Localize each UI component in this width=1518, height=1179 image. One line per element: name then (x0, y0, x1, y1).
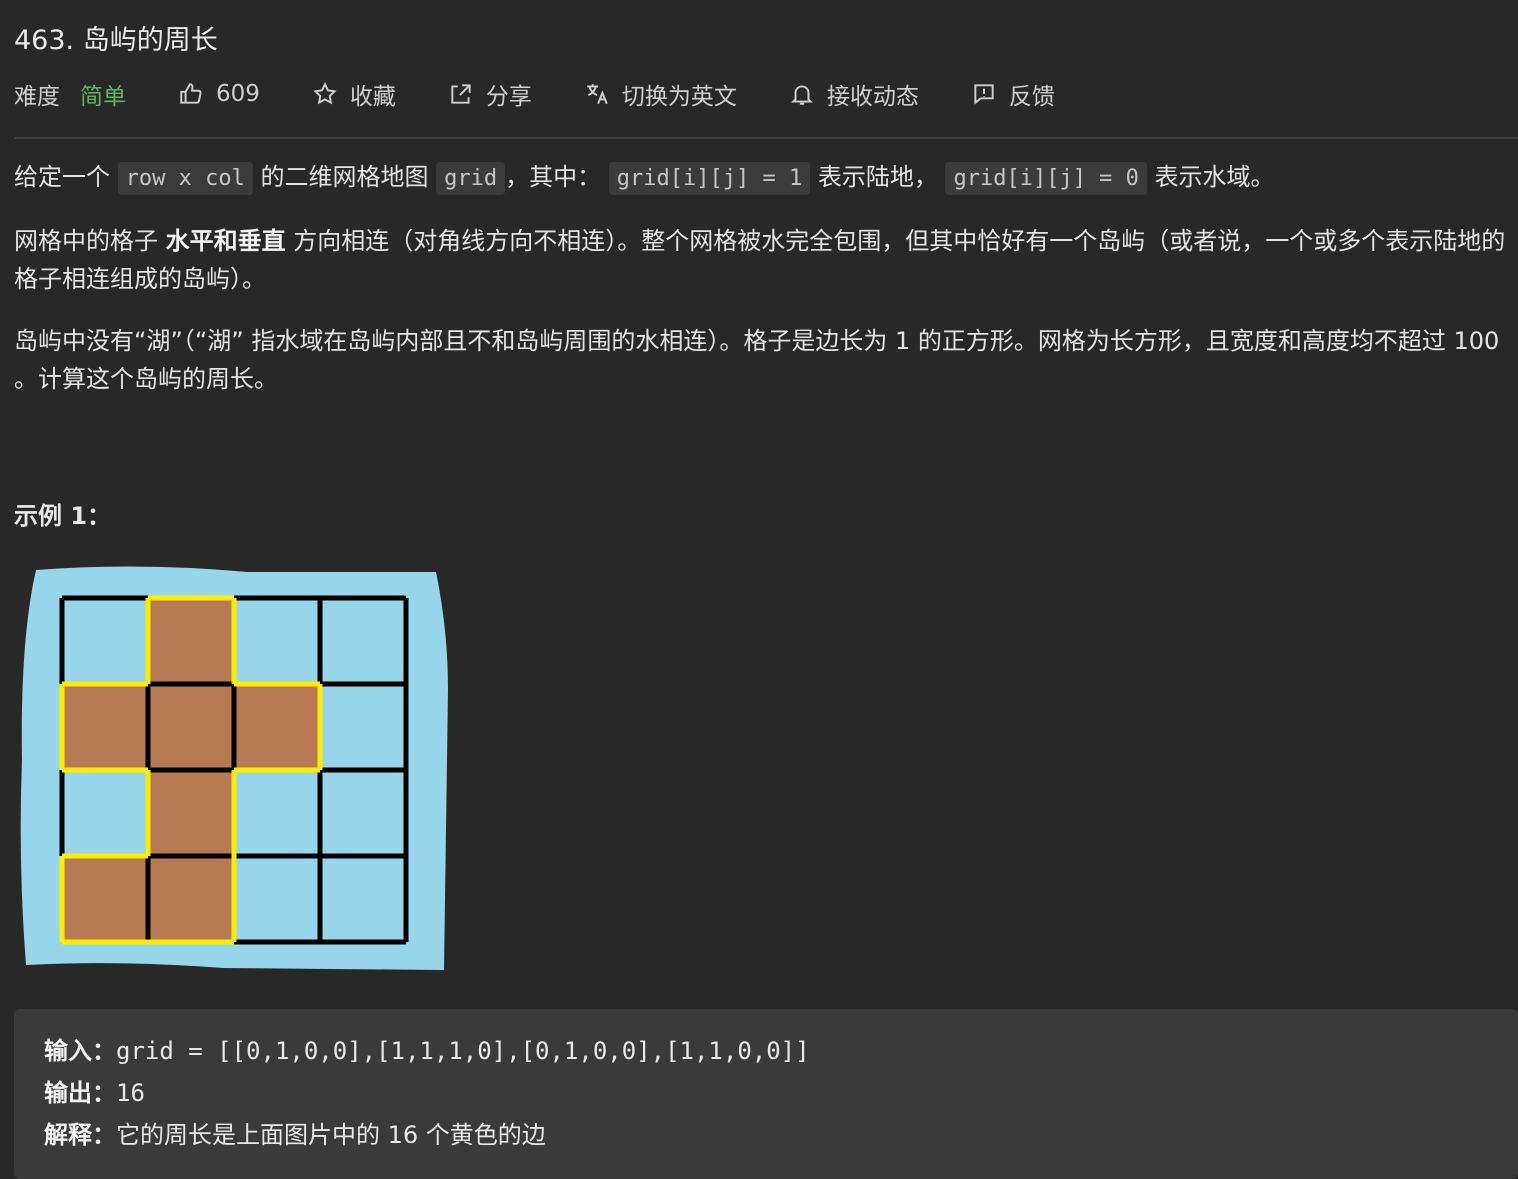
output-label: 输出： (44, 1079, 116, 1107)
difficulty-value: 简单 (80, 84, 126, 110)
star-icon (313, 82, 337, 105)
text: 表示水域。 (1154, 163, 1275, 191)
land-cell (148, 856, 234, 942)
difficulty-label: 难度 (14, 84, 60, 110)
feedback-label: 反馈 (1008, 84, 1055, 110)
land-cell (148, 770, 234, 856)
inline-code: row x col (117, 162, 253, 195)
text: ，其中： (505, 163, 602, 191)
share-label: 分享 (485, 84, 532, 110)
text: 的二维网格地图 (260, 163, 429, 191)
problem-title: 463. 岛屿的周长 (14, 25, 218, 56)
example-explanation: 解释：它的周长是上面图片中的 16 个黄色的边 (44, 1115, 546, 1150)
output-value: 16 (116, 1079, 145, 1107)
input-value: grid = [[0,1,0,0],[1,1,1,0],[0,1,0,0],[1… (116, 1037, 810, 1065)
water-cell (234, 598, 320, 684)
share-button[interactable]: 分享 (448, 77, 532, 111)
description-paragraph-2: 网格中的格子 水平和垂直 方向相连（对角线方向不相连）。整个网格被水完全包围，但… (14, 222, 1514, 298)
translate-button[interactable]: 切换为英文 (584, 77, 737, 111)
inline-code: grid (436, 162, 506, 195)
land-cell (148, 684, 234, 770)
example-code-block: 输入：grid = [[0,1,0,0],[1,1,1,0],[0,1,0,0]… (14, 1009, 1518, 1179)
like-count: 609 (216, 81, 260, 107)
bold-text: 水平和垂直 (165, 227, 286, 255)
toolbar: 难度 简单 609 收藏 分享 切换为英文 接收动态 反馈 (14, 74, 1107, 114)
island-grid-figure (20, 566, 449, 970)
text: 网格中的格子 (14, 227, 166, 255)
land-cell (62, 856, 148, 942)
like-button[interactable]: 609 (178, 81, 260, 107)
input-label: 输入： (44, 1037, 116, 1065)
translate-label: 切换为英文 (621, 84, 737, 110)
bell-icon (790, 85, 813, 105)
land-cell (234, 684, 320, 770)
example-output: 输出：16 (44, 1073, 145, 1108)
problem-description: 给定一个 row x col 的二维网格地图 grid ，其中： grid[i][… (14, 158, 1514, 422)
explain-label: 解释： (44, 1121, 116, 1149)
example-title: 示例 1： (14, 502, 112, 530)
favorite-button[interactable]: 收藏 (312, 77, 396, 111)
text: 给定一个 (14, 163, 110, 191)
translate-icon (587, 84, 608, 105)
water-cell (320, 598, 406, 684)
inline-code: grid[i][j] = 0 (945, 162, 1147, 195)
example-input: 输入：grid = [[0,1,0,0],[1,1,1,0],[0,1,0,0]… (44, 1031, 810, 1066)
inline-code: grid[i][j] = 1 (608, 162, 811, 195)
description-paragraph-3: 岛屿中没有“湖”（“湖” 指水域在岛屿内部且不和岛屿周围的水相连）。格子是边长为… (14, 327, 1500, 393)
water-cell (62, 770, 148, 856)
text: 表示陆地， (817, 163, 938, 191)
example-image (18, 560, 458, 980)
land-cell (148, 598, 234, 684)
water-cell (320, 770, 406, 856)
share-icon (451, 84, 471, 104)
thumbs-up-icon (180, 83, 202, 104)
subscribe-button[interactable]: 接收动态 (789, 77, 919, 111)
explain-value: 它的周长是上面图片中的 16 个黄色的边 (116, 1121, 546, 1149)
water-cell (320, 856, 406, 942)
water-cell (320, 684, 406, 770)
water-cell (234, 856, 320, 942)
favorite-label: 收藏 (349, 84, 396, 110)
land-cell (62, 684, 148, 770)
description-paragraph-1: 给定一个 row x col 的二维网格地图 grid ，其中： grid[i][… (14, 158, 1514, 198)
subscribe-label: 接收动态 (826, 84, 919, 110)
water-cell (62, 598, 148, 684)
feedback-button[interactable]: 反馈 (971, 77, 1055, 111)
feedback-icon (974, 84, 994, 105)
header-divider (14, 137, 1518, 139)
water-cell (234, 770, 320, 856)
